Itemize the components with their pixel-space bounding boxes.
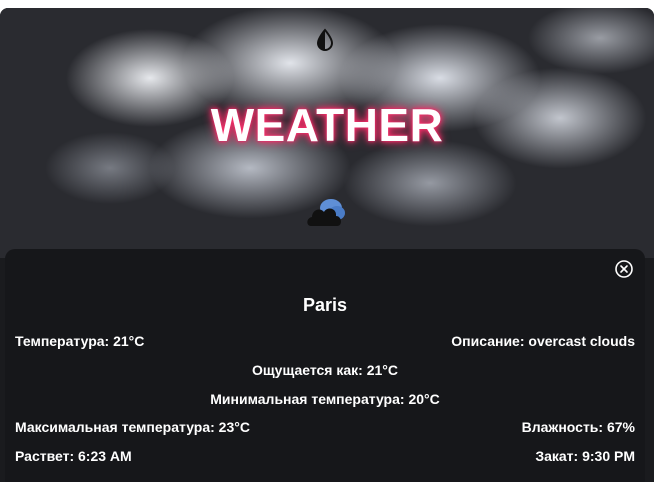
temperature-text: Температура: 21°C: [15, 333, 145, 349]
min-temp-text: Минимальная температура: 20°C: [210, 391, 440, 407]
sunrise-sunset-row: Раствет: 6:23 AM Закат: 9:30 PM: [15, 446, 635, 466]
weather-app: WEATHER Paris Температура: 21°C Описание…: [0, 8, 654, 482]
cloud-icon: [305, 194, 347, 228]
min-temp-row: Минимальная температура: 20°C: [15, 389, 635, 409]
max-temp-humidity-row: Максимальная температура: 23°C Влажность…: [15, 417, 635, 437]
max-temp-text: Максимальная температура: 23°C: [15, 419, 250, 435]
half-drop-icon[interactable]: [313, 28, 337, 52]
close-circle-icon[interactable]: [614, 259, 634, 279]
sunrise-text: Раствет: 6:23 AM: [15, 448, 132, 464]
feels-like-row: Ощущается как: 21°C: [15, 360, 635, 380]
sunset-text: Закат: 9:30 PM: [535, 448, 635, 464]
temperature-description-row: Температура: 21°C Описание: overcast clo…: [15, 331, 635, 351]
weather-details-panel: Paris Температура: 21°C Описание: overca…: [5, 249, 645, 482]
description-text: Описание: overcast clouds: [451, 333, 635, 349]
humidity-text: Влажность: 67%: [521, 419, 635, 435]
feels-like-text: Ощущается как: 21°C: [251, 362, 398, 378]
city-name: Paris: [302, 295, 348, 315]
app-title: WEATHER: [210, 99, 444, 151]
cloud-background: WEATHER: [0, 8, 654, 258]
